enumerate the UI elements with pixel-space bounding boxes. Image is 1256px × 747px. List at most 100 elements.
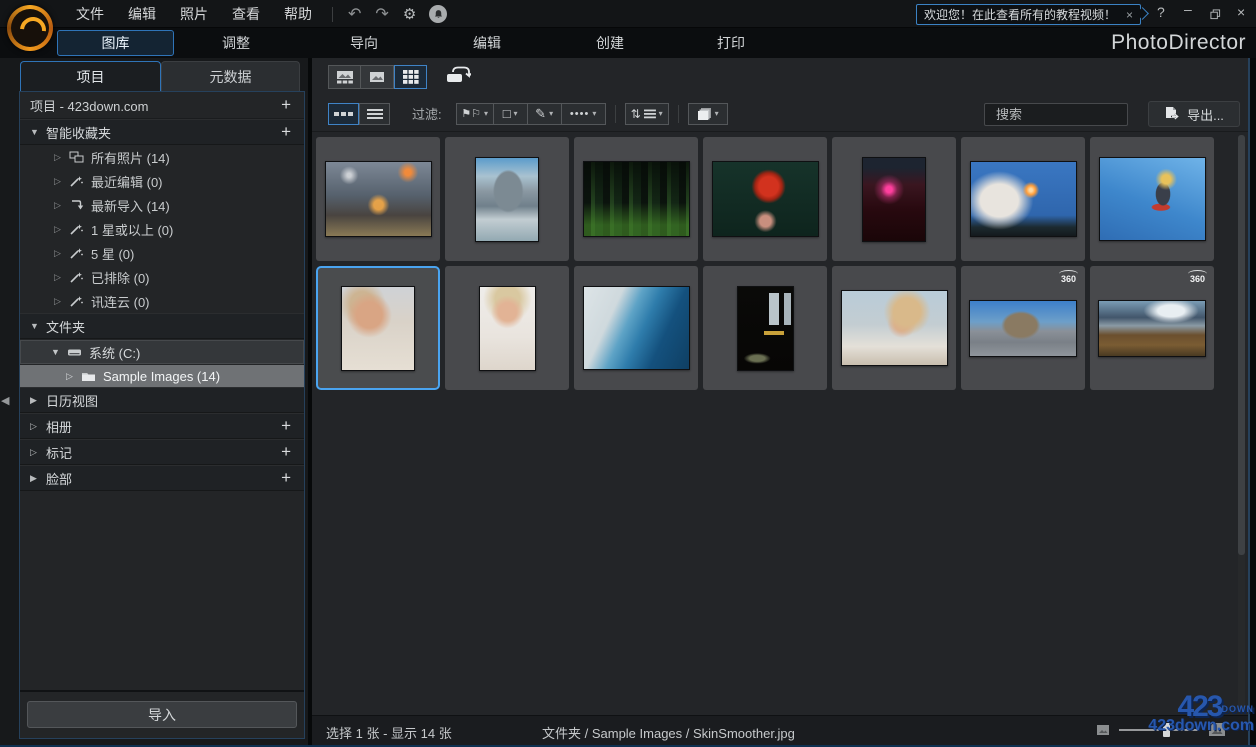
rotate-compare-button[interactable] <box>445 66 472 89</box>
sidebar-item-sample-images[interactable]: ▷ Sample Images (14) <box>20 365 304 387</box>
section-albums[interactable]: ▷ 相册 + <box>20 413 304 439</box>
sidebar-item-recently-edited[interactable]: ▷ 最近编辑 (0) <box>20 169 304 193</box>
photo-thumbnail-woman-laughing[interactable] <box>445 266 569 390</box>
thumbnail-large-icon[interactable] <box>1208 722 1226 737</box>
settings-gear-icon[interactable]: ⚙ <box>396 5 423 23</box>
sidebar-item-drive-c[interactable]: ▼ 系统 (C:) <box>20 340 304 364</box>
search-box[interactable]: × <box>984 103 1180 126</box>
tab-print[interactable]: 打印 <box>695 33 767 53</box>
photo-thumbnail-skateboarder[interactable] <box>1090 137 1214 261</box>
tab-library[interactable]: 图库 <box>57 30 174 56</box>
add-face-button[interactable]: + <box>278 468 294 488</box>
thumbnail-small-icon[interactable] <box>1096 724 1110 736</box>
photo-thumbnail-basketball-dunk[interactable] <box>316 137 440 261</box>
photo-thumbnail-pano-canyon[interactable]: 360 <box>961 266 1085 390</box>
tab-create[interactable]: 创建 <box>574 33 646 53</box>
current-photo-path: 文件夹 / Sample Images / SkinSmoother.jpg <box>542 726 795 741</box>
sidebar-item-all-photos[interactable]: ▷ 所有照片 (14) <box>20 145 304 169</box>
pencil-icon: ✎ <box>535 105 547 121</box>
sidebar-item-five-star[interactable]: ▷ 5 星 (0) <box>20 241 304 265</box>
divider <box>677 104 679 123</box>
chevron-right-icon: ▷ <box>54 271 61 282</box>
notification-bell-icon[interactable] <box>429 5 448 23</box>
sidebar-tab-metadata[interactable]: 元数据 <box>161 61 300 91</box>
sort-button[interactable]: ⇅ ▾ <box>624 102 669 125</box>
view-grid-button[interactable] <box>394 65 427 89</box>
photo-thumbnail-boat-cliff[interactable] <box>445 137 569 261</box>
sidebar-collapse-icon[interactable]: ◀ <box>1 394 9 407</box>
add-project-button[interactable]: + <box>278 95 294 115</box>
photo-thumbnail-dark-window[interactable] <box>703 266 827 390</box>
dots-icon: •••• <box>569 107 590 120</box>
project-name: 项目 - 423down.com <box>30 98 149 114</box>
sidebar-item-rejected[interactable]: ▷ 已排除 (0) <box>20 265 304 289</box>
photo-thumbnail-pano-desert[interactable]: 360 <box>1090 266 1214 390</box>
vertical-scrollbar[interactable] <box>1238 135 1245 709</box>
photo-thumbnail-ocean-wave[interactable] <box>574 266 698 390</box>
welcome-notification[interactable]: 欢迎您！在此查看所有的教程视频！ × <box>916 4 1142 25</box>
sidebar-item-cyberlink-cloud[interactable]: ▷ 讯连云 (0) <box>20 289 304 313</box>
filter-color-label-button[interactable]: •••• ▾ <box>561 102 606 125</box>
section-calendar-view[interactable]: ▶ 日历视图 <box>20 387 304 413</box>
photo-thumbnail-woman-leaning[interactable] <box>832 266 956 390</box>
notification-close-icon[interactable]: × <box>1126 8 1133 22</box>
export-button[interactable]: 导出... <box>1148 101 1240 127</box>
scrollbar-thumb[interactable] <box>1238 135 1245 555</box>
chevron-right-icon: ▷ <box>66 370 73 381</box>
tab-adjust[interactable]: 调整 <box>200 33 272 53</box>
list-view-button[interactable] <box>359 102 390 125</box>
photo-thumbnail-woman-smiling[interactable] <box>316 266 440 390</box>
search-input[interactable] <box>996 107 1172 122</box>
photo-skateboarder <box>1098 157 1206 241</box>
photo-thumbnail-rocket-launch[interactable] <box>961 137 1085 261</box>
menu-file[interactable]: 文件 <box>64 0 116 28</box>
view-thumbnail-filmstrip-button[interactable] <box>328 65 361 89</box>
minimize-button[interactable]: – <box>1184 1 1192 17</box>
sidebar-tab-project[interactable]: 项目 <box>20 61 161 91</box>
add-smart-collection-button[interactable]: + <box>278 122 294 142</box>
photo-thumbnail-forest[interactable] <box>574 137 698 261</box>
divider <box>614 104 616 123</box>
add-album-button[interactable]: + <box>278 416 294 436</box>
360-badge: 360 <box>1058 270 1079 284</box>
sidebar-item-one-star-up[interactable]: ▷ 1 星或以上 (0) <box>20 217 304 241</box>
section-smart-collections[interactable]: ▼ 智能收藏夹 + <box>20 119 304 145</box>
menu-view[interactable]: 查看 <box>220 0 272 28</box>
redo-icon[interactable]: ↷ <box>368 4 395 24</box>
export-icon <box>1166 107 1180 120</box>
add-tag-button[interactable]: + <box>278 442 294 462</box>
thumbnail-zoom-controls <box>1096 722 1226 737</box>
tab-guided[interactable]: 导向 <box>328 33 400 53</box>
magic-wand-icon <box>70 247 83 259</box>
section-tags[interactable]: ▷ 标记 + <box>20 439 304 465</box>
photo-thumbnail-maple-leaf[interactable] <box>703 137 827 261</box>
section-faces[interactable]: ▶ 脸部 + <box>20 465 304 491</box>
filter-flag-button[interactable]: ⚑⚐ ▾ <box>455 102 494 125</box>
photo-thumbnail-neon-sign[interactable] <box>832 137 956 261</box>
menu-photo[interactable]: 照片 <box>168 0 220 28</box>
menu-edit[interactable]: 编辑 <box>116 0 168 28</box>
thumbnail-size-small-button[interactable] <box>328 102 359 125</box>
undo-icon[interactable]: ↶ <box>341 4 368 24</box>
photo-pano-desert <box>1098 299 1206 357</box>
filter-rating-button[interactable]: □ ▾ <box>493 102 528 125</box>
section-folders[interactable]: ▼ 文件夹 <box>20 313 304 339</box>
help-button[interactable]: ? <box>1157 4 1165 20</box>
close-button[interactable]: × <box>1237 4 1245 20</box>
stack-view-button[interactable]: ▾ <box>687 102 728 125</box>
slider-track[interactable] <box>1119 728 1199 731</box>
chevron-down-icon: ▾ <box>592 109 597 118</box>
thumbnail-size-slider[interactable] <box>1119 722 1199 737</box>
maximize-restore-button[interactable] <box>1210 7 1221 23</box>
divider <box>332 6 333 22</box>
import-button[interactable]: 导入 <box>27 701 297 728</box>
tab-edit[interactable]: 编辑 <box>451 33 523 53</box>
slider-handle[interactable] <box>1163 722 1170 737</box>
library-content: 过滤: ⚑⚐▾ □▾ ✎▾ ••••▾ ⇅ ▾ ▾ × <box>312 58 1250 745</box>
filter-label: 过滤: <box>412 107 442 122</box>
sidebar-item-latest-imports[interactable]: ▷ 最新导入 (14) <box>20 193 304 217</box>
menu-help[interactable]: 帮助 <box>272 0 324 28</box>
chevron-right-icon: ▷ <box>54 247 61 258</box>
filter-edited-button[interactable]: ✎ ▾ <box>527 102 562 125</box>
view-single-image-button[interactable] <box>361 65 394 89</box>
